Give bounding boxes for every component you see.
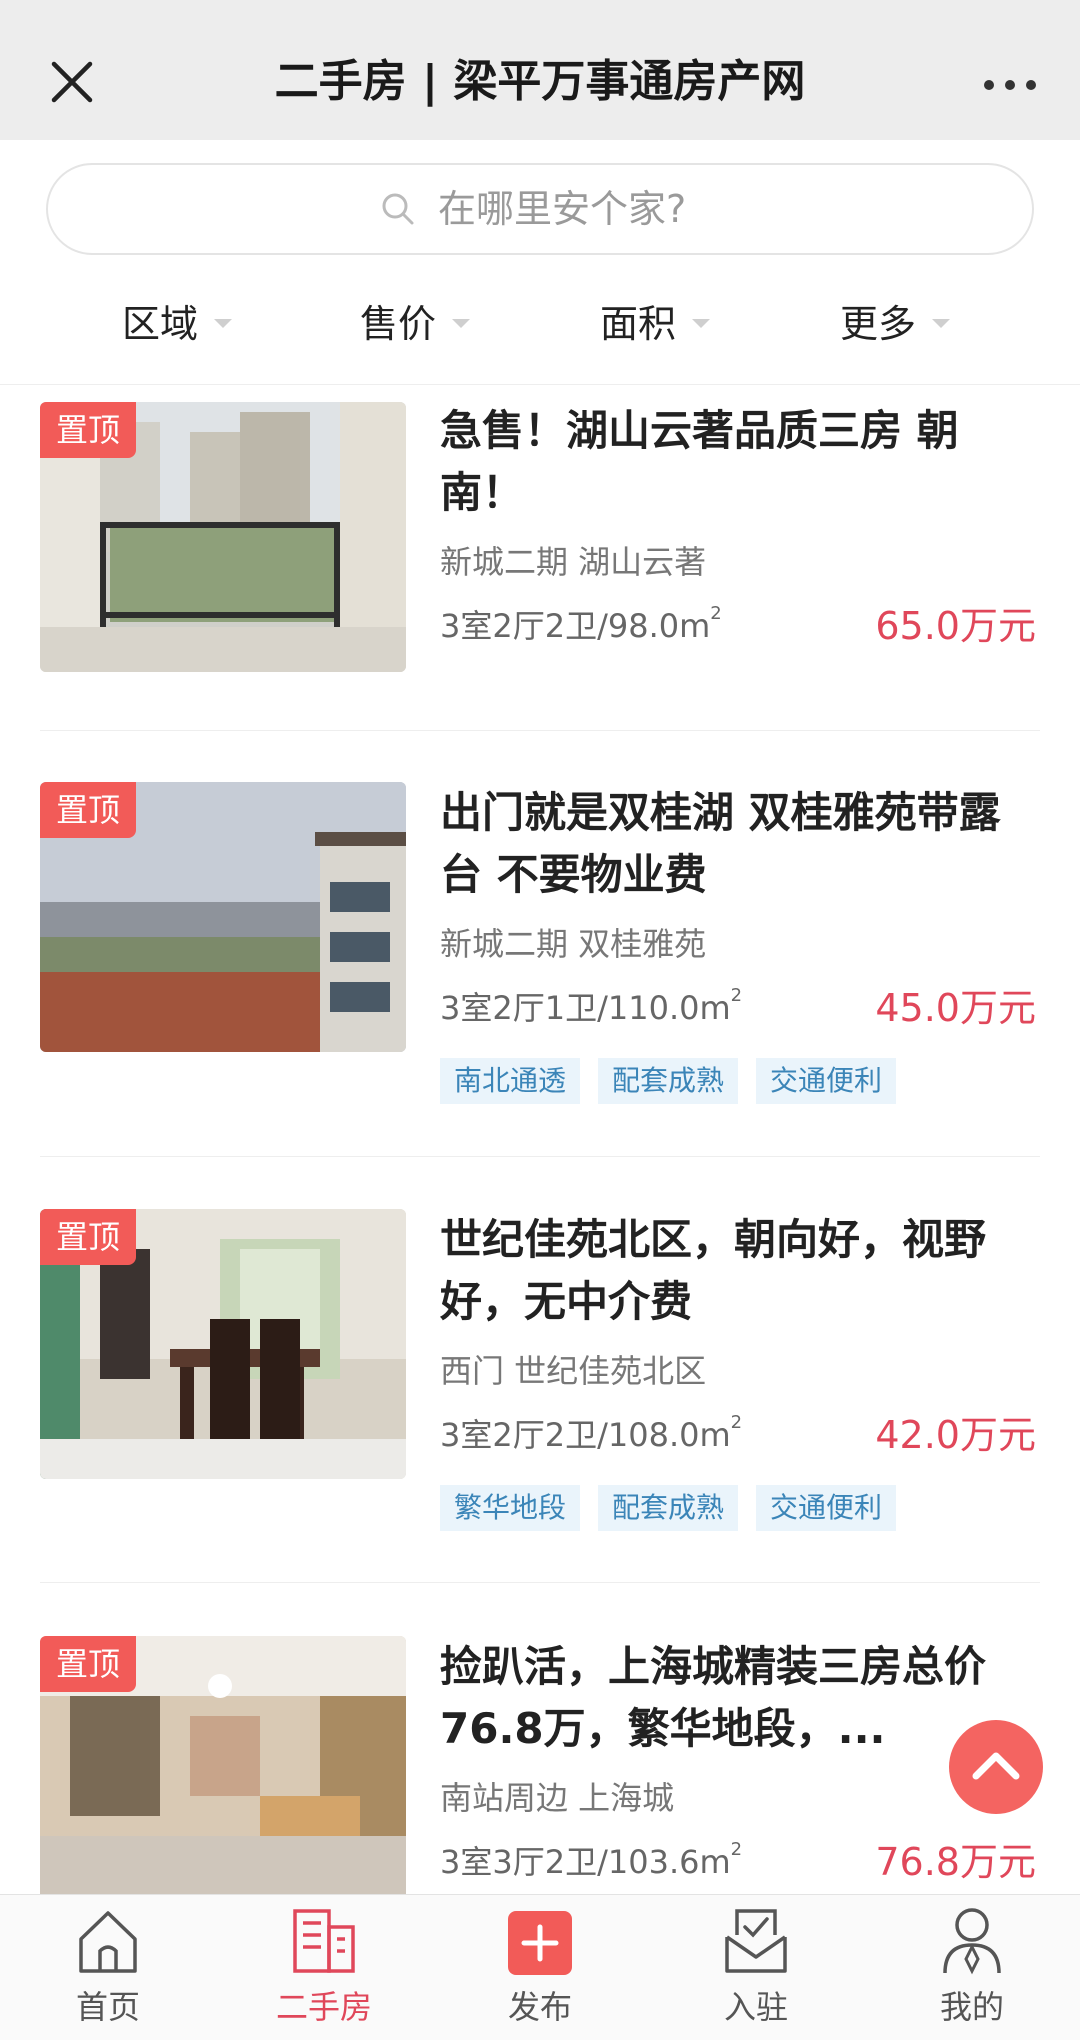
close-icon[interactable] xyxy=(40,50,104,114)
nav-join[interactable]: 入驻 xyxy=(648,1905,864,2035)
listing-item[interactable]: 置顶 捡趴活，上海城精装三房总价76.8万，繁华地段，... 南站周边 上海城 … xyxy=(0,1636,1080,1894)
divider xyxy=(40,1156,1040,1157)
pinned-badge: 置顶 xyxy=(40,1636,136,1692)
listing-item[interactable]: 置顶 世纪佳苑北区，朝向好，视野好，无中介费 西门 世纪佳苑北区 3室2厅2卫/… xyxy=(0,1209,1080,1567)
divider xyxy=(40,1582,1040,1583)
user-icon xyxy=(943,1908,1001,1975)
search-icon xyxy=(382,193,414,225)
home-icon xyxy=(79,1911,137,1973)
listing-photo: 置顶 xyxy=(40,782,406,1052)
nav-label: 我的 xyxy=(939,1988,1004,2026)
caret-down-icon xyxy=(214,318,233,328)
filter-label: 售价 xyxy=(360,301,437,346)
listing-spec: 3室2厅2卫/98.0m2 xyxy=(440,603,722,646)
pinned-badge: 置顶 xyxy=(40,1209,136,1265)
nav-label: 首页 xyxy=(75,1988,140,2026)
more-dots-icon[interactable] xyxy=(980,70,1040,100)
listing-price: 65.0万元 xyxy=(875,604,1036,648)
listing-item[interactable]: 置顶 急售！湖山云著品质三房 朝南！ 新城二期 湖山云著 3室2厅2卫/98.0… xyxy=(0,400,1080,730)
search-placeholder: 在哪里安个家? xyxy=(438,187,687,231)
page-title: 二手房 | 梁平万事通房产网 xyxy=(274,56,806,107)
feature-tag: 交通便利 xyxy=(756,1485,897,1531)
feature-tag: 交通便利 xyxy=(756,1058,897,1104)
nav-label: 二手房 xyxy=(275,1988,372,2026)
listing-location: 新城二期 湖山云著 xyxy=(440,543,707,581)
nav-home[interactable]: 首页 xyxy=(0,1905,216,2035)
listing-photo: 置顶 xyxy=(40,402,406,672)
caret-down-icon xyxy=(932,318,951,328)
divider xyxy=(40,730,1040,731)
listing-title: 世纪佳苑北区，朝向好，视野好，无中介费 xyxy=(440,1215,987,1326)
listing-price: 45.0万元 xyxy=(875,986,1036,1030)
filter-area[interactable]: 面积 xyxy=(600,280,711,360)
listing-price: 76.8万元 xyxy=(875,1840,1036,1884)
filter-price[interactable]: 售价 xyxy=(360,280,471,360)
filter-bar: 区域 售价 面积 更多 xyxy=(0,280,1080,385)
nav-label: 入驻 xyxy=(723,1988,788,2026)
listing-tags: 南北通透 配套成熟 交通便利 xyxy=(440,1058,897,1104)
feature-tag: 南北通透 xyxy=(440,1058,581,1104)
filter-label: 区域 xyxy=(122,301,199,346)
listing-title: 急售！湖山云著品质三房 朝南！ xyxy=(440,406,959,517)
listing-item[interactable]: 置顶 出门就是双桂湖 双桂雅苑带露台 不要物业费 新城二期 双桂雅苑 3室2厅1… xyxy=(0,782,1080,1140)
filter-label: 更多 xyxy=(840,301,917,346)
filter-label: 面积 xyxy=(600,301,677,346)
feature-tag: 配套成熟 xyxy=(598,1058,739,1104)
listing-location: 西门 世纪佳苑北区 xyxy=(440,1352,707,1390)
listing-title: 出门就是双桂湖 双桂雅苑带露台 不要物业费 xyxy=(440,788,1001,899)
listing-price: 42.0万元 xyxy=(875,1413,1036,1457)
search-input[interactable]: 在哪里安个家? xyxy=(46,163,1034,255)
plus-icon xyxy=(508,1911,572,1975)
bottom-nav: 首页 二手房 发布 入驻 我的 xyxy=(0,1894,1080,2040)
inbox-check-icon xyxy=(725,1909,787,1973)
caret-down-icon xyxy=(692,318,711,328)
listing-photo: 置顶 xyxy=(40,1636,406,1894)
listing-spec: 3室2厅1卫/110.0m2 xyxy=(440,985,743,1028)
feature-tag: 配套成熟 xyxy=(598,1485,739,1531)
listing-spec: 3室2厅2卫/108.0m2 xyxy=(440,1412,743,1455)
listing-tags: 繁华地段 配套成熟 交通便利 xyxy=(440,1485,897,1531)
nav-secondhand[interactable]: 二手房 xyxy=(216,1905,432,2035)
listing-location: 南站周边 上海城 xyxy=(440,1779,675,1817)
nav-publish[interactable]: 发布 xyxy=(432,1905,648,2035)
filter-region[interactable]: 区域 xyxy=(122,280,233,360)
scroll-to-top-button[interactable] xyxy=(949,1720,1043,1814)
feature-tag: 繁华地段 xyxy=(440,1485,581,1531)
building-icon xyxy=(293,1909,355,1973)
listing-spec: 3室3厅2卫/103.6m2 xyxy=(440,1839,743,1882)
listing-location: 新城二期 双桂雅苑 xyxy=(440,925,707,963)
search-bar: 在哪里安个家? xyxy=(0,140,1080,280)
top-bar: 二手房 | 梁平万事通房产网 xyxy=(0,0,1080,140)
listing-photo: 置顶 xyxy=(40,1209,406,1479)
pinned-badge: 置顶 xyxy=(40,782,136,838)
caret-down-icon xyxy=(452,318,471,328)
nav-label: 发布 xyxy=(507,1988,572,2026)
pinned-badge: 置顶 xyxy=(40,402,136,458)
chevron-up-icon xyxy=(972,1752,1020,1780)
filter-more[interactable]: 更多 xyxy=(840,280,951,360)
nav-mine[interactable]: 我的 xyxy=(864,1905,1080,2035)
